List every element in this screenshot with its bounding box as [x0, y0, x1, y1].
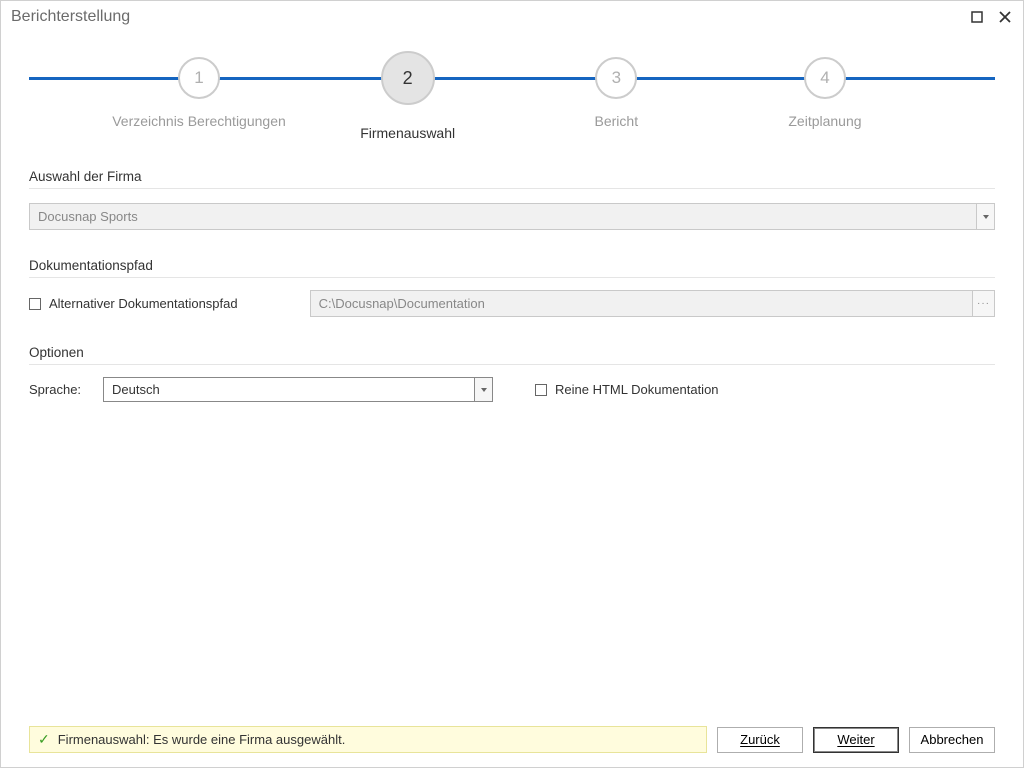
checkbox-box-icon — [29, 298, 41, 310]
company-combo-value: Docusnap Sports — [29, 203, 977, 230]
ellipsis-icon: ··· — [977, 301, 990, 307]
cancel-button[interactable]: Abbrechen — [909, 727, 995, 753]
titlebar: Berichterstellung — [1, 1, 1023, 33]
language-label: Sprache: — [29, 382, 89, 397]
stepper-line — [29, 77, 995, 80]
step-1[interactable]: 1 Verzeichnis Berechtigungen — [109, 49, 289, 141]
step-2[interactable]: 2 Firmenauswahl — [318, 49, 498, 141]
maximize-button[interactable] — [969, 9, 985, 25]
content-area: 1 Verzeichnis Berechtigungen 2 Firmenaus… — [1, 33, 1023, 767]
step-4-label: Zeitplanung — [788, 113, 861, 129]
language-combo-dropdown-button[interactable] — [475, 377, 493, 402]
section-options: Optionen Sprache: Deutsch Reine HTML Dok… — [29, 345, 995, 402]
html-doc-checkbox[interactable]: Reine HTML Dokumentation — [535, 382, 719, 397]
wizard-window: Berichterstellung 1 Verzeichnis Berechti… — [0, 0, 1024, 768]
section-company: Auswahl der Firma Docusnap Sports — [29, 169, 995, 230]
docpath-browse-button[interactable]: ··· — [973, 290, 995, 317]
docpath-input[interactable]: C:\Docusnap\Documentation — [310, 290, 973, 317]
status-text: Firmenauswahl: Es wurde eine Firma ausge… — [58, 732, 346, 747]
step-1-label: Verzeichnis Berechtigungen — [112, 113, 286, 129]
step-3-circle: 3 — [595, 57, 637, 99]
checkbox-box-icon — [535, 384, 547, 396]
step-4[interactable]: 4 Zeitplanung — [735, 49, 915, 141]
close-button[interactable] — [997, 9, 1013, 25]
footer: ✓ Firmenauswahl: Es wurde eine Firma aus… — [29, 726, 995, 753]
step-2-label: Firmenauswahl — [360, 125, 455, 141]
section-docpath: Dokumentationspfad Alternativer Dokument… — [29, 258, 995, 317]
step-2-circle: 2 — [381, 51, 435, 105]
step-1-circle: 1 — [178, 57, 220, 99]
window-title: Berichterstellung — [11, 8, 130, 26]
step-3-label: Bericht — [595, 113, 639, 129]
chevron-down-icon — [481, 388, 487, 392]
section-docpath-title: Dokumentationspfad — [29, 258, 995, 278]
section-options-title: Optionen — [29, 345, 995, 365]
alt-docpath-checkbox[interactable]: Alternativer Dokumentationspfad — [29, 296, 238, 311]
company-combo[interactable]: Docusnap Sports — [29, 203, 995, 230]
step-3[interactable]: 3 Bericht — [526, 49, 706, 141]
html-doc-label: Reine HTML Dokumentation — [555, 382, 719, 397]
company-combo-dropdown-button[interactable] — [977, 203, 995, 230]
language-combo[interactable]: Deutsch — [103, 377, 493, 402]
language-combo-value: Deutsch — [103, 377, 475, 402]
step-4-circle: 4 — [804, 57, 846, 99]
chevron-down-icon — [983, 215, 989, 219]
back-button[interactable]: Zurück — [717, 727, 803, 753]
wizard-stepper: 1 Verzeichnis Berechtigungen 2 Firmenaus… — [29, 49, 995, 159]
next-button[interactable]: Weiter — [813, 727, 899, 753]
alt-docpath-label: Alternativer Dokumentationspfad — [49, 296, 238, 311]
status-bar: ✓ Firmenauswahl: Es wurde eine Firma aus… — [29, 726, 707, 753]
section-company-title: Auswahl der Firma — [29, 169, 995, 189]
check-icon: ✓ — [38, 731, 50, 748]
